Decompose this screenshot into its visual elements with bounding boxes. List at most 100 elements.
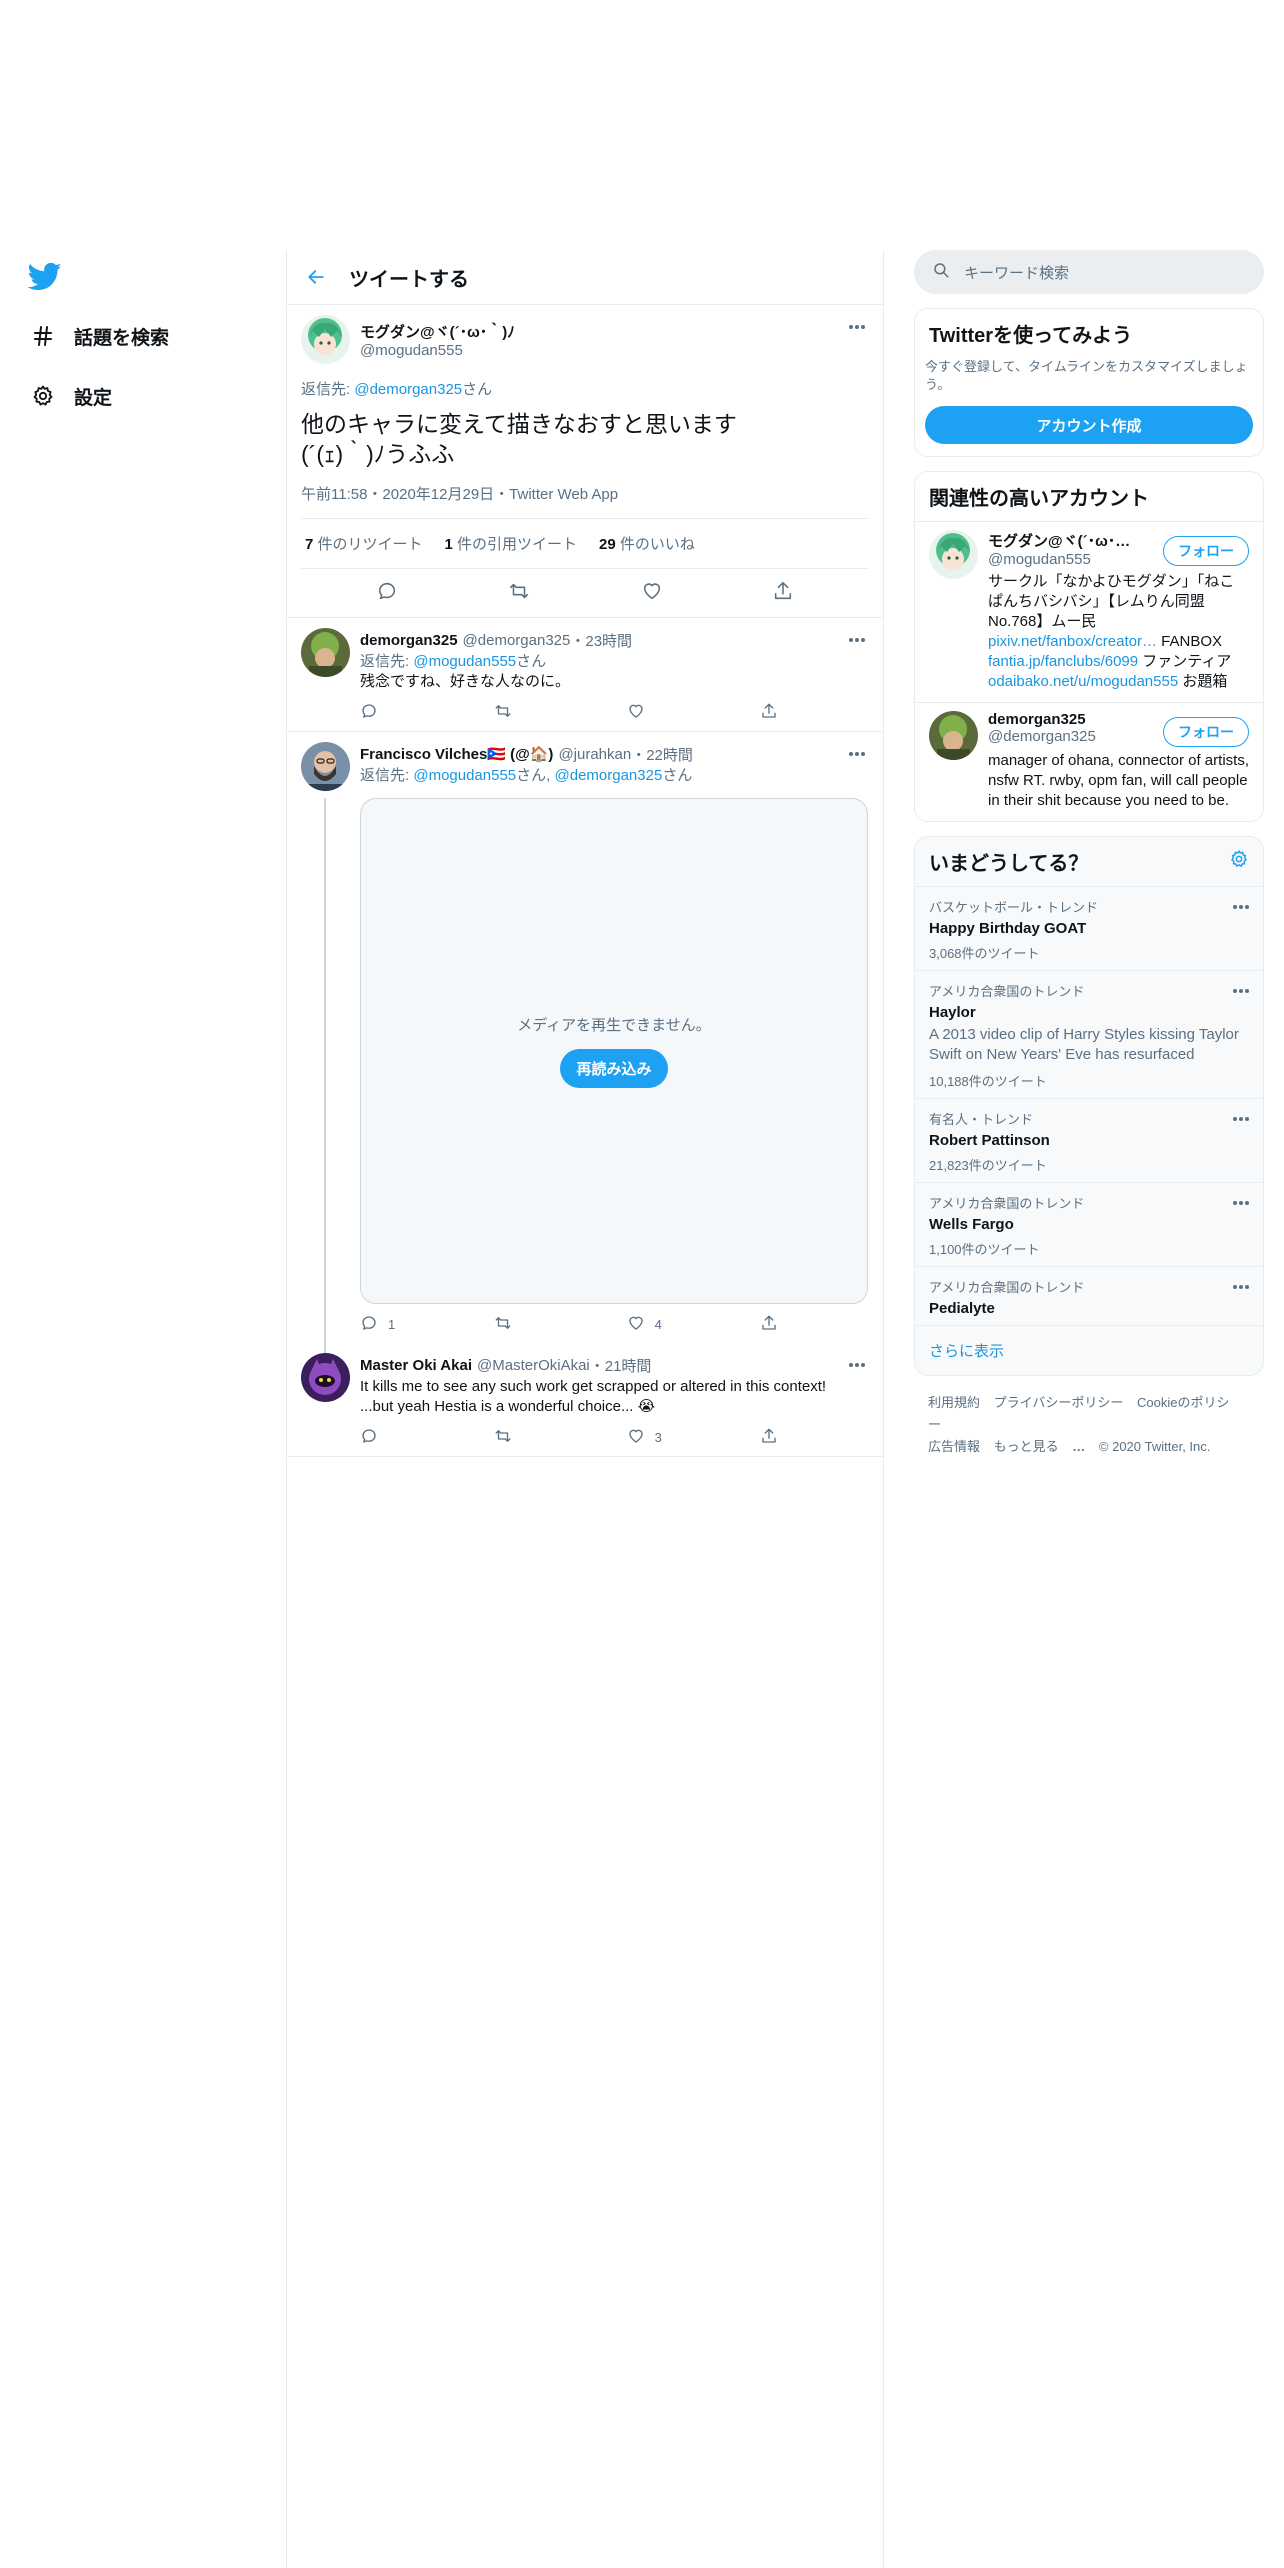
reply-button[interactable] bbox=[360, 1427, 400, 1448]
trend-name: Wells Fargo bbox=[929, 1216, 1014, 1233]
reply-to-link[interactable]: @mogudan555 bbox=[413, 653, 516, 670]
search-input[interactable]: キーワード検索 bbox=[914, 250, 1264, 294]
more-options-icon[interactable] bbox=[1229, 979, 1253, 1003]
share-icon bbox=[760, 1427, 778, 1448]
share-button[interactable] bbox=[760, 702, 800, 723]
retweet-button[interactable] bbox=[493, 1427, 533, 1448]
like-button[interactable]: 3 bbox=[627, 1427, 667, 1448]
reply-tweet[interactable]: Master Oki Akai @MasterOkiAkai ・21時間 It … bbox=[287, 1343, 883, 1457]
account-name[interactable]: モグダン@ヾ(´･ω･｀)ﾉ bbox=[988, 530, 1138, 551]
trend-name: Happy Birthday GOAT bbox=[929, 920, 1087, 937]
author-name[interactable]: Francisco Vilches🇵🇷 (@🏠) bbox=[360, 745, 553, 763]
tweet-actions bbox=[301, 569, 869, 617]
retweet-icon[interactable] bbox=[507, 580, 531, 607]
footer-links: 利用規約 プライバシーポリシー Cookieのポリシー 広告情報 もっと見る …… bbox=[914, 1376, 1264, 1474]
author-handle[interactable]: @mogudan555 bbox=[360, 342, 845, 359]
bio-link[interactable]: fantia.jp/fanclubs/6099 bbox=[988, 653, 1138, 670]
media-player[interactable]: メディアを再生できません。 再読み込み bbox=[360, 798, 868, 1304]
bio-link[interactable]: odaibako.net/u/mogudan555 bbox=[988, 673, 1178, 690]
privacy-link[interactable]: プライバシーポリシー bbox=[994, 1395, 1124, 1410]
media-error-message: メディアを再生できません。 bbox=[517, 1017, 711, 1034]
follow-button[interactable]: フォロー bbox=[1163, 717, 1249, 747]
tweet-time[interactable]: ・22時間 bbox=[631, 744, 693, 765]
author-name[interactable]: モグダン@ヾ(´･ω･｀)ﾉ bbox=[360, 321, 845, 342]
retweet-button[interactable] bbox=[493, 702, 533, 723]
like-button[interactable] bbox=[627, 702, 667, 723]
more-options-icon[interactable] bbox=[845, 628, 869, 652]
reply-tweet[interactable]: Francisco Vilches🇵🇷 (@🏠) @jurahkan ・22時間… bbox=[287, 732, 883, 1368]
account-card[interactable]: demorgan325 @demorgan325 フォロー manager of… bbox=[915, 702, 1263, 821]
more-options-icon[interactable] bbox=[1229, 1275, 1253, 1299]
avatar[interactable] bbox=[301, 315, 350, 364]
avatar[interactable] bbox=[929, 530, 978, 579]
account-handle[interactable]: @demorgan325 bbox=[988, 728, 1163, 745]
create-account-button[interactable]: アカウント作成 bbox=[925, 406, 1253, 444]
more-options-icon[interactable] bbox=[845, 742, 869, 766]
more-link[interactable]: もっと見る … bbox=[994, 1439, 1086, 1454]
author-name[interactable]: demorgan325 bbox=[360, 632, 458, 649]
reply-to-link[interactable]: @demorgan325 bbox=[555, 767, 663, 784]
author-handle[interactable]: @demorgan325 bbox=[463, 632, 571, 649]
related-accounts-panel: 関連性の高いアカウント モグダン@ヾ(´･ω･｀)ﾉ @mogudan555 フ… bbox=[914, 471, 1264, 822]
author-handle[interactable]: @jurahkan bbox=[558, 746, 631, 763]
account-card[interactable]: モグダン@ヾ(´･ω･｀)ﾉ @mogudan555 フォロー サークル「なかよ… bbox=[915, 521, 1263, 702]
tweet-timestamp[interactable]: 午前11:58・2020年12月29日・Twitter Web App bbox=[301, 483, 869, 519]
hashtag-icon bbox=[28, 321, 58, 351]
ads-link[interactable]: 広告情報 bbox=[928, 1439, 980, 1454]
more-options-icon[interactable] bbox=[1229, 895, 1253, 919]
more-options-icon[interactable] bbox=[1229, 1107, 1253, 1131]
trend-item[interactable]: バスケットボール・トレンド Happy Birthday GOAT 3,068件… bbox=[915, 886, 1263, 970]
share-icon[interactable] bbox=[772, 580, 794, 607]
like-button[interactable]: 4 bbox=[627, 1314, 667, 1335]
page-title: ツイートする bbox=[349, 268, 469, 291]
twitter-bird-icon[interactable] bbox=[27, 262, 62, 292]
show-more-link[interactable]: さらに表示 bbox=[915, 1325, 1263, 1375]
reply-tweet[interactable]: demorgan325 @demorgan325 ・23時間 返信先: @mog… bbox=[287, 618, 883, 732]
terms-link[interactable]: 利用規約 bbox=[928, 1395, 980, 1410]
related-title: 関連性の高いアカウント bbox=[929, 488, 1149, 510]
tweet-time[interactable]: ・21時間 bbox=[590, 1355, 652, 1376]
reply-icon bbox=[360, 702, 378, 723]
nav-item-settings[interactable]: 設定 bbox=[28, 376, 112, 416]
quotes-stat[interactable]: 1 件の引用ツイート bbox=[445, 533, 578, 554]
reply-to-link[interactable]: @mogudan555 bbox=[413, 767, 516, 784]
account-name[interactable]: demorgan325 bbox=[988, 711, 1138, 728]
tweet-text: It kills me to see any such work get scr… bbox=[360, 1377, 869, 1417]
reply-button[interactable]: 1 bbox=[360, 1314, 400, 1335]
reload-button[interactable]: 再読み込み bbox=[560, 1049, 668, 1088]
more-options-icon[interactable] bbox=[845, 1353, 869, 1377]
trend-item[interactable]: アメリカ合衆国のトレンド Wells Fargo 1,100件のツイート bbox=[915, 1182, 1263, 1266]
follow-button[interactable]: フォロー bbox=[1163, 536, 1249, 566]
author-name[interactable]: Master Oki Akai bbox=[360, 1357, 472, 1374]
account-handle[interactable]: @mogudan555 bbox=[988, 551, 1163, 568]
retweets-stat[interactable]: 7 件のリツイート bbox=[305, 533, 423, 554]
more-options-icon[interactable] bbox=[1229, 1191, 1253, 1215]
trend-description: A 2013 video clip of Harry Styles kissin… bbox=[929, 1026, 1239, 1063]
trend-item[interactable]: アメリカ合衆国のトレンド Haylor A 2013 video clip of… bbox=[915, 970, 1263, 1098]
share-button[interactable] bbox=[760, 1314, 800, 1335]
tweet-time[interactable]: ・23時間 bbox=[570, 630, 632, 651]
share-button[interactable] bbox=[760, 1427, 800, 1448]
avatar[interactable] bbox=[301, 742, 350, 791]
likes-stat[interactable]: 29 件のいいね bbox=[599, 533, 695, 554]
gear-icon[interactable] bbox=[1229, 849, 1249, 874]
like-heart-icon bbox=[627, 702, 645, 723]
tweet-stats: 7 件のリツイート 1 件の引用ツイート 29 件のいいね bbox=[301, 519, 869, 569]
trend-item[interactable]: 有名人・トレンド Robert Pattinson 21,823件のツイート bbox=[915, 1098, 1263, 1182]
right-sidebar: キーワード検索 Twitterを使ってみよう 今すぐ登録して、タイムラインをカス… bbox=[914, 250, 1264, 1474]
nav-item-explore[interactable]: 話題を検索 bbox=[28, 316, 169, 356]
more-options-icon[interactable] bbox=[845, 315, 869, 339]
author-handle[interactable]: @MasterOkiAkai bbox=[477, 1357, 590, 1374]
retweet-button[interactable] bbox=[493, 1314, 533, 1335]
reply-icon[interactable] bbox=[376, 580, 398, 607]
reply-button[interactable] bbox=[360, 702, 400, 723]
avatar[interactable] bbox=[301, 1353, 350, 1402]
nav-label-settings: 設定 bbox=[74, 387, 113, 409]
avatar[interactable] bbox=[929, 711, 978, 760]
avatar[interactable] bbox=[301, 628, 350, 677]
back-arrow-icon[interactable] bbox=[301, 262, 331, 292]
reply-to-link[interactable]: @demorgan325 bbox=[354, 381, 462, 398]
trend-item[interactable]: アメリカ合衆国のトレンド Pedialyte bbox=[915, 1266, 1263, 1325]
like-heart-icon[interactable] bbox=[641, 580, 663, 607]
bio-link[interactable]: pixiv.net/fanbox/creator… bbox=[988, 633, 1157, 650]
